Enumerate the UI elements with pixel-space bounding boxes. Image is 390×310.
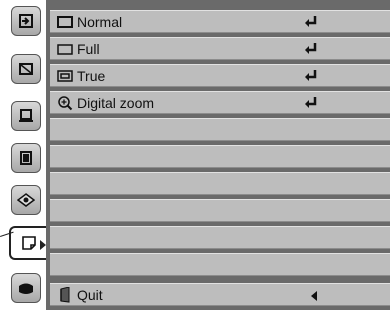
screen-icon xyxy=(22,236,36,250)
image-adjust-icon xyxy=(19,63,33,75)
projector-osd: Normal Full True Digital zoom Quit xyxy=(0,0,390,310)
tab-image-select[interactable] xyxy=(11,143,41,173)
quit-door-icon xyxy=(56,286,74,303)
menu-item-full[interactable]: Full xyxy=(50,37,390,60)
menu-item-true[interactable]: True xyxy=(50,64,390,87)
quit-label: Quit xyxy=(77,286,103,303)
tab-image-adjust[interactable] xyxy=(11,54,41,84)
menu-empty-row xyxy=(50,253,390,276)
menu-item-normal[interactable]: Normal xyxy=(50,10,390,33)
screen-normal-icon xyxy=(56,15,74,29)
menu-empty-row xyxy=(50,118,390,141)
enter-icon xyxy=(304,95,318,114)
menu-tab-column xyxy=(0,0,47,310)
menu-item-label: True xyxy=(77,67,106,84)
menu-item-label: Digital zoom xyxy=(77,94,155,111)
enter-icon xyxy=(304,41,318,60)
menu-empty-row xyxy=(50,199,390,222)
screen-menu-panel: Normal Full True Digital zoom Quit xyxy=(46,0,390,310)
setting-icon xyxy=(19,283,33,294)
magnifier-icon xyxy=(56,95,74,110)
menu-empty-row xyxy=(50,226,390,249)
image-select-icon xyxy=(20,151,32,165)
tab-setting[interactable] xyxy=(11,273,41,303)
menu-item-label: Full xyxy=(77,40,100,57)
menu-item-label: Normal xyxy=(77,13,123,30)
menu-item-quit[interactable]: Quit xyxy=(50,283,390,306)
projector-icon xyxy=(19,109,33,122)
back-arrow-icon xyxy=(310,289,318,307)
tab-input[interactable] xyxy=(11,6,41,36)
menu-item-digital-zoom[interactable]: Digital zoom xyxy=(50,91,390,114)
tab-projector[interactable] xyxy=(11,101,41,131)
tab-color[interactable] xyxy=(11,185,41,215)
screen-true-icon xyxy=(56,69,74,83)
screen-full-icon xyxy=(56,42,74,56)
color-wheel-icon xyxy=(17,193,35,207)
enter-icon xyxy=(304,68,318,87)
menu-empty-row xyxy=(50,172,390,195)
enter-icon xyxy=(304,14,318,33)
input-icon xyxy=(19,14,33,28)
menu-empty-row xyxy=(50,145,390,168)
